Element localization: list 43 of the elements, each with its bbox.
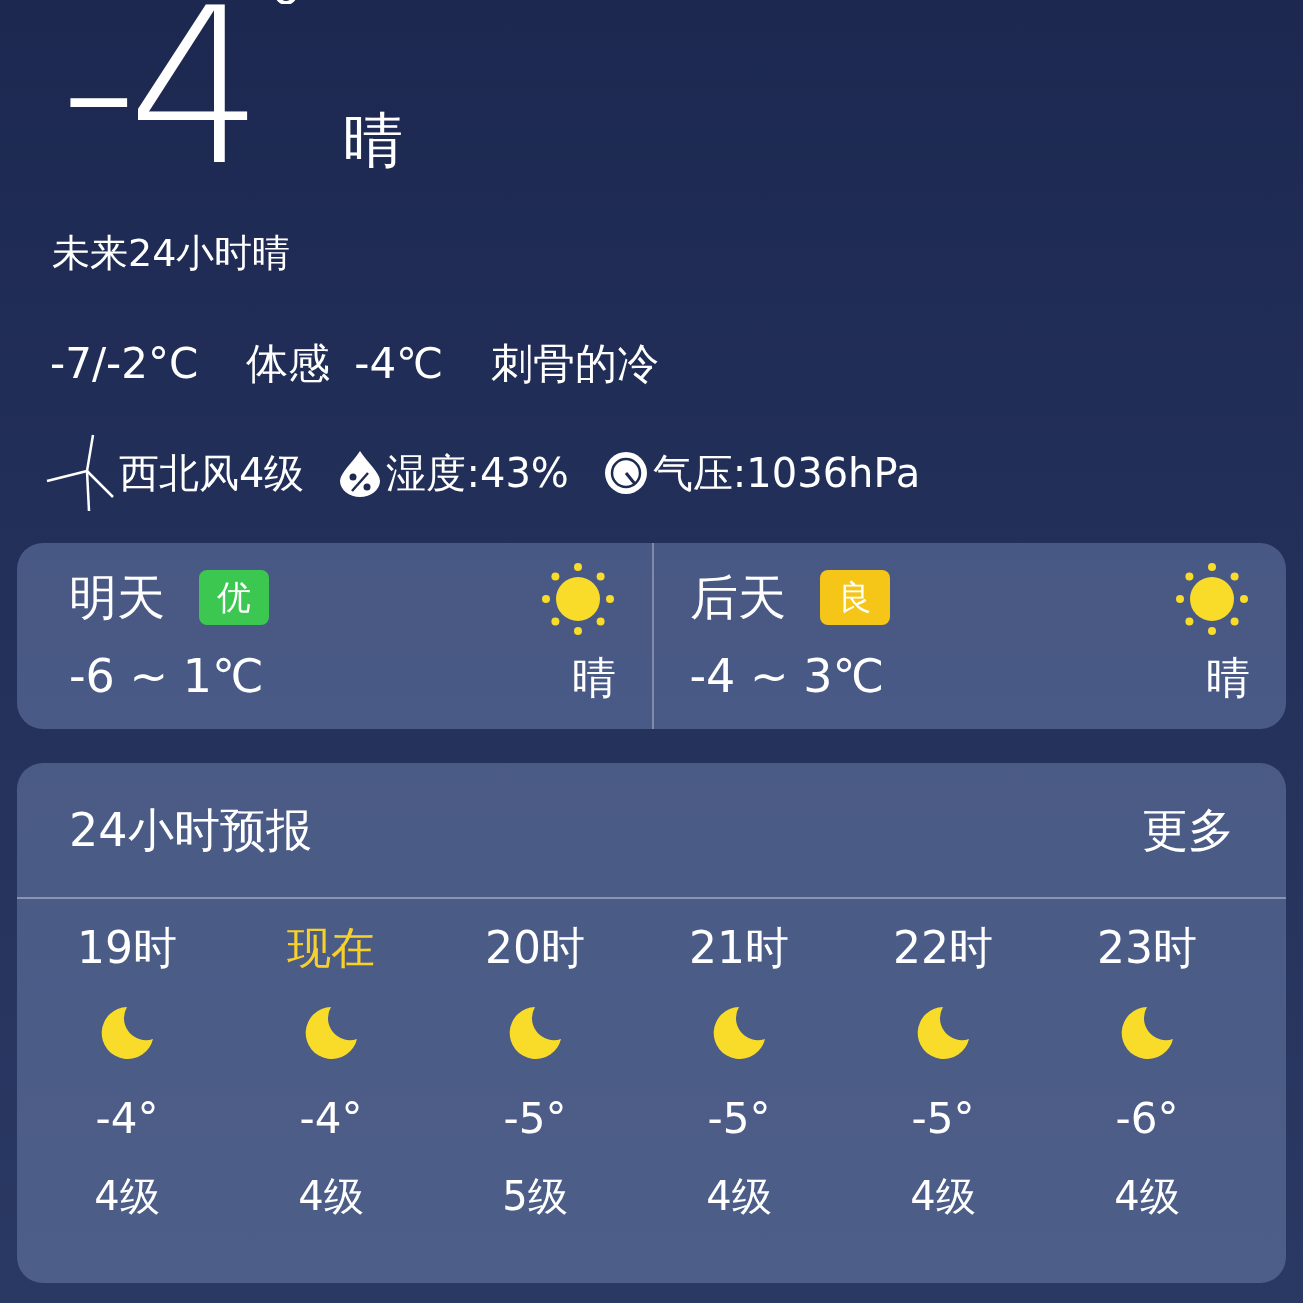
condition-text: 气压:1036hPa — [652, 449, 921, 498]
hour-temperature: -6° — [1115, 1093, 1179, 1145]
hour-label[interactable]: 21时 — [689, 915, 789, 981]
humidity-drop-icon — [338, 449, 383, 497]
condition-text: 西北风4级 — [119, 449, 305, 498]
hour-temperature: -4° — [299, 1093, 363, 1145]
windmill-icon — [45, 433, 115, 513]
hour-label[interactable]: 20时 — [485, 915, 585, 981]
hour-wind-level: 4级 — [1114, 1172, 1180, 1221]
hour-temperature: -5° — [707, 1093, 771, 1145]
day-temperature-range: -4 ~ 3℃ — [689, 648, 886, 705]
day-condition: 晴 — [1206, 651, 1250, 705]
day-label: 明天 — [69, 568, 165, 627]
sun-icon — [1174, 561, 1250, 637]
hour-temperature: -5° — [503, 1093, 567, 1145]
sun-icon — [539, 561, 616, 637]
temperature-range: -7/-2°C — [50, 338, 199, 390]
hour-label[interactable]: 现在 — [287, 915, 375, 981]
hour-wind-level: 5级 — [502, 1172, 568, 1221]
gauge-icon — [602, 450, 649, 496]
condition-text: 湿度:43% — [386, 449, 569, 498]
air-quality-tag: 良 — [819, 569, 890, 625]
day-label: 后天 — [689, 568, 786, 627]
feels-like-value: -4℃ — [354, 338, 444, 390]
section-title: 24小时预报 — [69, 801, 312, 859]
day-temperature-range: -6 ~ 1℃ — [69, 648, 265, 705]
hour-temperature: -5° — [911, 1093, 975, 1145]
hour-label[interactable]: 22时 — [893, 915, 993, 981]
air-quality-tag: 优 — [199, 569, 269, 625]
weather-condition: 晴 — [343, 104, 404, 177]
day-condition: 晴 — [571, 651, 616, 705]
hour-wind-level: 4级 — [706, 1172, 772, 1221]
hour-wind-level: 4级 — [94, 1172, 160, 1221]
feeling-text: 刺骨的冷 — [491, 338, 660, 390]
hour-temperature: -4° — [95, 1093, 159, 1145]
forecast-summary: 未来24小时晴 — [52, 230, 291, 277]
hour-label[interactable]: 23时 — [1097, 915, 1197, 981]
more-link[interactable]: 更多 — [1142, 795, 1234, 865]
hour-wind-level: 4级 — [298, 1172, 364, 1221]
temperature-reading: -4 — [60, 0, 255, 181]
hour-label[interactable]: 19时 — [77, 915, 177, 981]
feels-like-label: 体感 — [246, 338, 331, 390]
hour-wind-level: 4级 — [910, 1172, 976, 1221]
